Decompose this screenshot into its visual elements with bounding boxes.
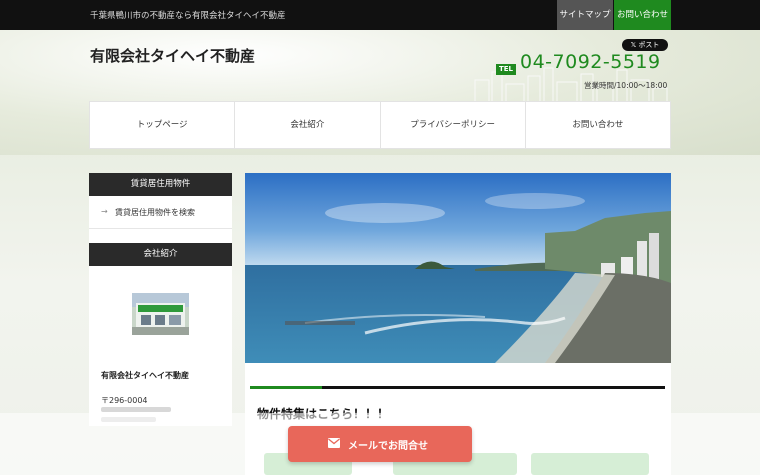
rental-search-label: 賃貸居住用物件を検索 <box>115 208 195 217</box>
business-hours: 営業時間/10:00～18:00 <box>584 81 668 90</box>
address-line-faded <box>101 407 171 412</box>
nav-item-privacy[interactable]: プライバシーポリシー <box>381 102 526 148</box>
company-name: 有限会社タイヘイ不動産 <box>101 371 189 380</box>
nav-item-company[interactable]: 会社紹介 <box>235 102 381 148</box>
site-tagline: 千葉県鴨川市の不動産なら有限会社タイヘイ不動産 <box>90 11 286 21</box>
tel-badge: TEL <box>496 64 516 75</box>
company-zip: 〒296-0004 <box>101 396 148 405</box>
sitemap-link[interactable]: サイトマップ <box>557 0 613 30</box>
rental-search-link[interactable]: → 賃貸居住用物件を検索 <box>89 196 232 229</box>
mail-button-label: メールでお問合せ <box>348 441 428 452</box>
arrow-right-icon: → <box>101 207 108 216</box>
nav-item-top[interactable]: トップページ <box>90 102 236 148</box>
top-contact-link[interactable]: お問い合わせ <box>614 0 671 30</box>
office-photo <box>132 293 189 335</box>
envelope-icon <box>328 438 340 448</box>
x-post-label: ポスト <box>638 41 660 49</box>
company-info: 有限会社タイヘイ不動産 〒296-0004 <box>89 266 232 426</box>
phone-number[interactable]: 04-7092-5519 <box>520 51 661 73</box>
top-bar: 千葉県鴨川市の不動産なら有限会社タイヘイ不動産 サイトマップ お問い合わせ <box>0 0 760 30</box>
rental-heading: 賃貸居住用物件 <box>89 173 232 196</box>
feature-tab-line <box>250 386 665 389</box>
nav-item-contact[interactable]: お問い合わせ <box>526 102 670 148</box>
sidebar-spacer <box>89 229 232 243</box>
site-logo[interactable]: 有限会社タイヘイ不動産 <box>90 45 255 66</box>
sidebar: 賃貸居住用物件 → 賃貸居住用物件を検索 会社紹介 有限会社タイヘイ不動産 〒2… <box>89 173 232 426</box>
x-post-button[interactable]: 𝕏 ポスト <box>622 39 668 51</box>
company-heading: 会社紹介 <box>89 243 232 266</box>
feature-tab-active-indicator <box>250 386 322 389</box>
mail-contact-button[interactable]: メールでお問合せ <box>288 426 472 462</box>
beach-hero-image <box>245 173 671 363</box>
global-nav: トップページ 会社紹介 プライバシーポリシー お問い合わせ <box>89 101 671 149</box>
